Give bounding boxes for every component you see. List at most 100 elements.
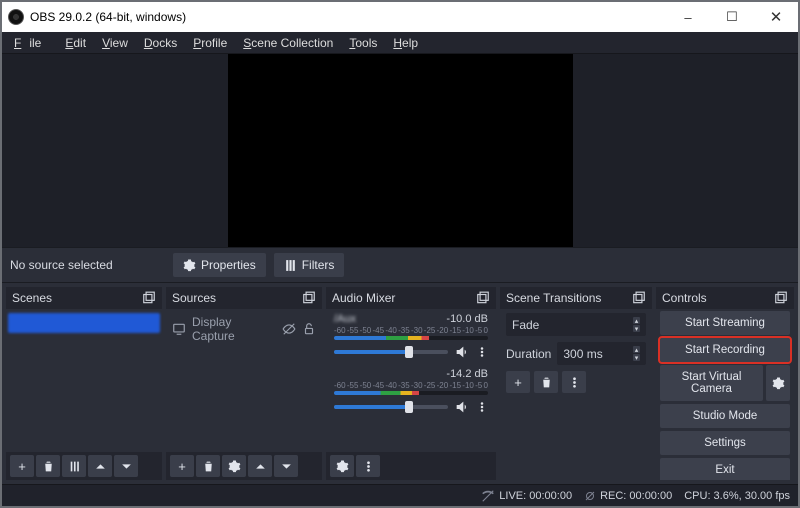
more-icon[interactable] [476, 399, 488, 415]
transition-more-button[interactable] [562, 371, 586, 393]
mixer-channel-1: /Aux -10.0 dB -60-55-50-45-40-35-30-25-2… [326, 311, 496, 366]
menu-help[interactable]: Help [385, 34, 426, 52]
filters-button[interactable]: Filters [274, 253, 345, 277]
add-transition-button[interactable]: + [506, 371, 530, 393]
speaker-icon[interactable] [454, 344, 470, 360]
transitions-body: Fade ▴▾ Duration 300 ms ▴▾ + [500, 309, 652, 480]
source-up-button[interactable] [248, 455, 272, 477]
mixer-footer [326, 452, 496, 480]
menu-edit[interactable]: Edit [57, 34, 94, 52]
source-item[interactable]: Display Capture [166, 311, 322, 347]
volume-slider[interactable] [334, 350, 448, 354]
close-button[interactable]: ✕ [754, 3, 798, 31]
scenes-list[interactable] [6, 309, 162, 452]
statusbar: LIVE: 00:00:00 REC: 00:00:00 CPU: 3.6%, … [2, 484, 798, 506]
trash-icon [540, 376, 553, 389]
controls-panel: Controls Start Streaming Start Recording… [656, 287, 794, 480]
menu-view[interactable]: View [94, 34, 136, 52]
channel-db: -10.0 dB [446, 313, 488, 325]
more-icon [568, 376, 581, 389]
sources-footer: + [166, 452, 322, 480]
panels-row: Scenes + Sources Di [2, 283, 798, 484]
popout-icon[interactable] [142, 291, 156, 305]
trash-icon [202, 460, 215, 473]
scene-filters-button[interactable] [62, 455, 86, 477]
mixer-settings-button[interactable] [330, 455, 354, 477]
minimize-button[interactable]: – [666, 3, 710, 31]
scenes-footer: + [6, 452, 162, 480]
remove-transition-button[interactable] [534, 371, 558, 393]
source-properties-button[interactable] [222, 455, 246, 477]
status-rec: REC: 00:00:00 [584, 490, 672, 502]
status-network: LIVE: 00:00:00 [481, 489, 572, 503]
transition-select[interactable]: Fade ▴▾ [506, 313, 646, 336]
menu-profile[interactable]: Profile [185, 34, 235, 52]
mixer-more-button[interactable] [356, 455, 380, 477]
chevron-up-icon [94, 460, 107, 473]
popout-icon[interactable] [774, 291, 788, 305]
sources-list[interactable]: Display Capture [166, 309, 322, 452]
chevron-down-icon [120, 460, 133, 473]
lock-icon[interactable] [302, 322, 316, 336]
sources-header: Sources [166, 287, 322, 309]
menu-docks[interactable]: Docks [136, 34, 185, 52]
studio-mode-button[interactable]: Studio Mode [660, 404, 790, 428]
scene-up-button[interactable] [88, 455, 112, 477]
properties-button[interactable]: Properties [173, 253, 266, 277]
start-recording-button[interactable]: Start Recording [660, 338, 790, 362]
add-source-button[interactable]: + [170, 455, 194, 477]
chevron-up-icon [254, 460, 267, 473]
mixer-channel-2: -14.2 dB -60-55-50-45-40-35-30-25-20-15-… [326, 366, 496, 421]
preview-canvas[interactable] [228, 54, 573, 247]
audio-meter [334, 336, 488, 340]
window-title: OBS 29.0.2 (64-bit, windows) [30, 10, 186, 24]
spin-down[interactable]: ▾ [633, 354, 640, 361]
mixer-body: /Aux -10.0 dB -60-55-50-45-40-35-30-25-2… [326, 309, 496, 452]
start-virtual-camera-button[interactable]: Start Virtual Camera [660, 365, 763, 401]
sources-panel: Sources Display Capture + [166, 287, 322, 480]
preview-area [2, 54, 798, 247]
duration-label: Duration [506, 347, 551, 361]
scene-item[interactable] [8, 313, 160, 333]
gear-icon [772, 377, 785, 390]
source-toolbar: No source selected Properties Filters [2, 247, 798, 283]
settings-button[interactable]: Settings [660, 431, 790, 455]
more-icon[interactable] [476, 344, 488, 360]
spin-up[interactable]: ▴ [633, 317, 640, 324]
obs-logo-icon [8, 9, 24, 25]
menu-file[interactable]: File [6, 34, 57, 52]
audio-meter [334, 391, 488, 395]
popout-icon[interactable] [302, 291, 316, 305]
remove-scene-button[interactable] [36, 455, 60, 477]
record-off-icon [584, 490, 596, 502]
volume-slider[interactable] [334, 405, 448, 409]
remove-source-button[interactable] [196, 455, 220, 477]
channel-db: -14.2 dB [446, 368, 488, 380]
channel-name: /Aux [334, 313, 356, 325]
duration-input[interactable]: 300 ms ▴▾ [557, 342, 646, 365]
eye-off-icon[interactable] [282, 322, 296, 336]
signal-off-icon [481, 489, 495, 503]
exit-button[interactable]: Exit [660, 458, 790, 480]
mixer-header: Audio Mixer [326, 287, 496, 309]
speaker-icon[interactable] [454, 399, 470, 415]
menu-scene-collection[interactable]: Scene Collection [235, 34, 341, 52]
chevron-down-icon [280, 460, 293, 473]
menubar: File Edit View Docks Profile Scene Colle… [2, 32, 798, 54]
virtual-camera-settings-button[interactable] [766, 365, 790, 401]
start-streaming-button[interactable]: Start Streaming [660, 311, 790, 335]
gear-icon [228, 460, 241, 473]
spin-down[interactable]: ▾ [633, 325, 640, 332]
scene-down-button[interactable] [114, 455, 138, 477]
source-down-button[interactable] [274, 455, 298, 477]
meter-scale: -60-55-50-45-40-35-30-25-20-15-10-50 [334, 381, 488, 390]
transitions-header: Scene Transitions [500, 287, 652, 309]
maximize-button[interactable]: ☐ [710, 3, 754, 31]
menu-tools[interactable]: Tools [341, 34, 385, 52]
titlebar: OBS 29.0.2 (64-bit, windows) – ☐ ✕ [2, 2, 798, 32]
add-scene-button[interactable]: + [10, 455, 34, 477]
popout-icon[interactable] [632, 291, 646, 305]
scenes-panel: Scenes + [6, 287, 162, 480]
spin-up[interactable]: ▴ [633, 346, 640, 353]
popout-icon[interactable] [476, 291, 490, 305]
